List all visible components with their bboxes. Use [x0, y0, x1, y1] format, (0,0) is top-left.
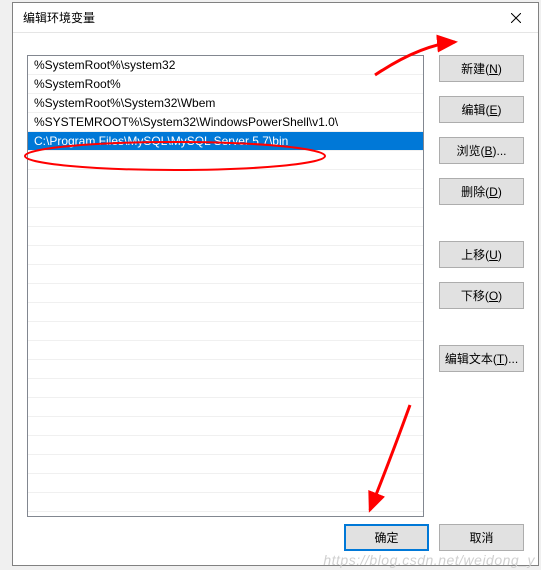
list-item-empty[interactable] — [28, 360, 423, 379]
list-item-empty[interactable] — [28, 436, 423, 455]
browse-button[interactable]: 浏览(B)... — [439, 137, 524, 164]
edit-text-button[interactable]: 编辑文本(T)... — [439, 345, 524, 372]
edit-button[interactable]: 编辑(E) — [439, 96, 524, 123]
list-item-empty[interactable] — [28, 303, 423, 322]
list-item-empty[interactable] — [28, 398, 423, 417]
move-down-button[interactable]: 下移(O) — [439, 282, 524, 309]
delete-button[interactable]: 删除(D) — [439, 178, 524, 205]
list-item[interactable]: %SystemRoot% — [28, 75, 423, 94]
list-item-empty[interactable] — [28, 379, 423, 398]
ok-button[interactable]: 确定 — [344, 524, 429, 551]
list-item-empty[interactable] — [28, 284, 423, 303]
bottom-button-row: 确定 取消 — [344, 524, 524, 551]
list-item-empty[interactable] — [28, 227, 423, 246]
list-item-empty[interactable] — [28, 208, 423, 227]
list-item-empty[interactable] — [28, 246, 423, 265]
list-item-empty[interactable] — [28, 417, 423, 436]
list-item-empty[interactable] — [28, 322, 423, 341]
dialog-content: %SystemRoot%\system32%SystemRoot%%System… — [13, 33, 538, 565]
new-button[interactable]: 新建(N) — [439, 55, 524, 82]
list-item-empty[interactable] — [28, 455, 423, 474]
titlebar: 编辑环境变量 — [13, 3, 538, 33]
list-item[interactable]: %SystemRoot%\System32\Wbem — [28, 94, 423, 113]
list-item-empty[interactable] — [28, 474, 423, 493]
move-up-button[interactable]: 上移(U) — [439, 241, 524, 268]
list-item-empty[interactable] — [28, 493, 423, 512]
list-item[interactable]: %SYSTEMROOT%\System32\WindowsPowerShell\… — [28, 113, 423, 132]
dialog-window: 编辑环境变量 %SystemRoot%\system32%SystemRoot%… — [12, 2, 539, 566]
list-item[interactable]: C:\Program Files\MySQL\MySQL Server 5.7\… — [28, 132, 423, 151]
close-button[interactable] — [496, 4, 536, 32]
list-item-empty[interactable] — [28, 341, 423, 360]
path-listbox[interactable]: %SystemRoot%\system32%SystemRoot%%System… — [27, 55, 424, 517]
side-button-column: 新建(N) 编辑(E) 浏览(B)... 删除(D) 上移(U) 下移(O) 编… — [439, 55, 524, 386]
close-icon — [511, 13, 521, 23]
list-item-empty[interactable] — [28, 265, 423, 284]
list-item[interactable]: %SystemRoot%\system32 — [28, 56, 423, 75]
list-item-empty[interactable] — [28, 170, 423, 189]
list-item-empty[interactable] — [28, 151, 423, 170]
cancel-button[interactable]: 取消 — [439, 524, 524, 551]
list-item-empty[interactable] — [28, 189, 423, 208]
window-title: 编辑环境变量 — [23, 9, 95, 26]
